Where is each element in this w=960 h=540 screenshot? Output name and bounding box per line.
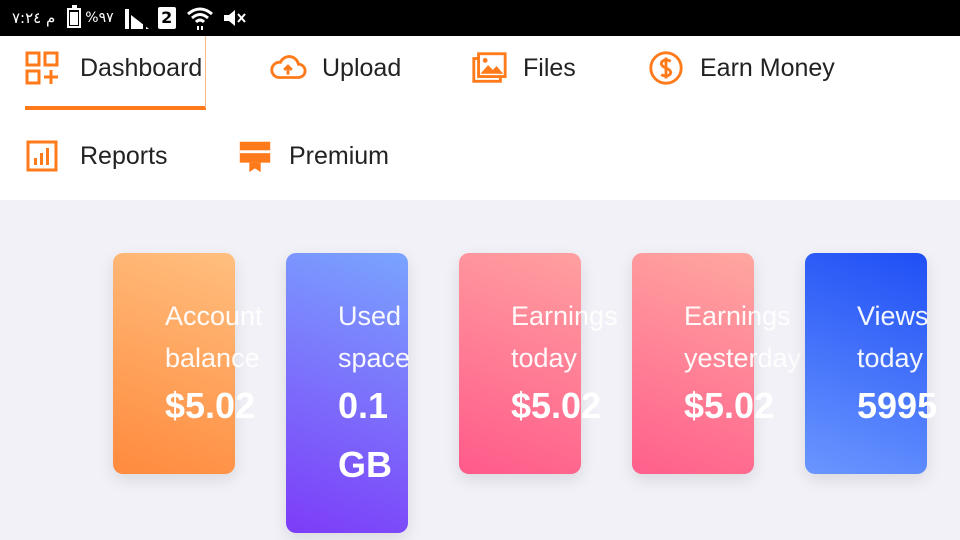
- battery-level: %٩٧: [85, 10, 114, 26]
- nav-earn-money-label: Earn Money: [700, 53, 835, 82]
- stat-value: $5.02: [165, 385, 256, 426]
- stat-card-earnings-yesterday: Earnings yesterday $5.02: [632, 253, 801, 474]
- nav-upload[interactable]: Upload: [268, 36, 401, 100]
- nav-dashboard[interactable]: Dashboard: [25, 36, 206, 100]
- stat-label: Used space: [338, 301, 411, 373]
- dollar-icon: [646, 48, 686, 88]
- status-bar: م ٧:٢٤ %٩٧ 2: [0, 0, 960, 36]
- nav-reports-label: Reports: [80, 141, 168, 170]
- stat-card-account-balance: Account balance $5.02: [113, 253, 263, 474]
- nav-premium-label: Premium: [289, 141, 390, 170]
- nav-files-label: Files: [523, 53, 576, 82]
- dashboard-grid-icon: [25, 48, 59, 88]
- mute-icon: [223, 10, 246, 26]
- nav-reports[interactable]: Reports: [25, 124, 168, 188]
- nav-earn-money[interactable]: Earn Money: [646, 36, 835, 100]
- stat-value: $5.02: [684, 385, 775, 426]
- cloud-upload-icon: [268, 48, 308, 88]
- stat-card-earnings-today: Earnings today $5.02: [459, 253, 618, 474]
- main-nav: Dashboard Upload Files Earn Money Report…: [0, 36, 960, 200]
- nav-dashboard-label: Dashboard: [80, 53, 203, 82]
- stat-value: $5.02: [511, 385, 602, 426]
- stat-value: 5995: [857, 385, 938, 426]
- nav-upload-label: Upload: [322, 53, 402, 82]
- signal-icon: [124, 9, 149, 29]
- stat-card-views-today: Views today 5995: [805, 253, 937, 474]
- battery-icon: [67, 5, 82, 28]
- stat-label: Views today: [857, 301, 929, 373]
- images-icon: [469, 48, 509, 88]
- nav-premium[interactable]: Premium: [235, 124, 389, 188]
- status-time: م ٧:٢٤: [12, 9, 56, 27]
- chart-icon: [25, 136, 59, 176]
- nav-files[interactable]: Files: [469, 36, 576, 100]
- stat-label: Account balance: [165, 301, 263, 373]
- active-tab-indicator: [25, 106, 206, 110]
- stat-label: Earnings today: [511, 301, 618, 373]
- stat-label: Earnings yesterday: [684, 301, 802, 373]
- stat-value: 0.1 GB: [338, 385, 392, 485]
- active-tab-divider: [205, 36, 206, 108]
- wifi-icon: [186, 7, 213, 30]
- sim-indicator: 2: [157, 7, 176, 29]
- premium-badge-icon: [235, 136, 275, 176]
- stat-card-used-space: Used space 0.1 GB: [286, 253, 411, 533]
